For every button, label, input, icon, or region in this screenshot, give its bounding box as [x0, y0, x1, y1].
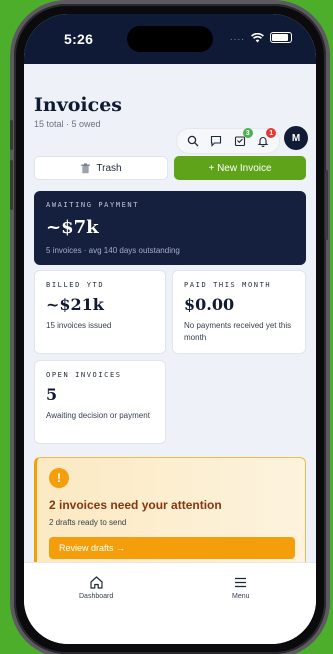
status-time: 5:26 [64, 31, 94, 47]
awaiting-amount: ~$7k [46, 217, 99, 238]
alert-subtitle: 2 drafts ready to send [49, 518, 127, 527]
paid-desc: No payments received yet this month [184, 321, 292, 342]
warning-icon: ! [49, 468, 69, 488]
page-title: Invoices [34, 94, 122, 116]
open-amount: 5 [46, 385, 58, 404]
awaiting-meta: 5 invoices · avg 140 days outstanding [46, 246, 180, 255]
bell-icon[interactable]: 1 [256, 128, 277, 148]
billed-label: BILLED YTD [46, 281, 105, 289]
billed-ytd-card[interactable]: BILLED YTD ~$21k 15 invoices issued [34, 270, 166, 354]
paid-amount: $0.00 [184, 295, 235, 314]
awaiting-label: AWAITING PAYMENT [46, 201, 140, 209]
signal-dots: .... [229, 32, 245, 43]
tab-bar: Dashboard Menu [24, 562, 316, 644]
attention-alert: ! 2 invoices need your attention 2 draft… [34, 457, 306, 577]
search-icon[interactable] [186, 134, 200, 148]
billed-desc: 15 invoices issued [46, 321, 112, 330]
trash-icon [81, 163, 91, 173]
inbox-icon[interactable]: 3 [233, 128, 253, 148]
phone-side-button-left [10, 120, 13, 150]
tab-menu-label: Menu [232, 593, 250, 600]
main-content: Invoices 15 total · 5 owed 3 1 M Trash +… [34, 94, 308, 577]
paid-label: PAID THIS MONTH [184, 281, 272, 289]
tab-dashboard-label: Dashboard [79, 593, 114, 600]
header-icon-group: 3 1 [176, 128, 280, 154]
trash-button[interactable]: Trash [34, 156, 168, 180]
status-icons: .... [230, 32, 292, 43]
alert-title: 2 invoices need your attention [49, 498, 222, 512]
paid-this-month-card[interactable]: PAID THIS MONTH $0.00 No payments receiv… [172, 270, 306, 354]
awaiting-payment-card[interactable]: AWAITING PAYMENT ~$7k 5 invoices · avg 1… [34, 191, 306, 265]
new-invoice-button[interactable]: + New Invoice [174, 156, 306, 180]
wifi-icon [251, 32, 264, 42]
menu-icon [235, 577, 247, 588]
home-icon [90, 576, 103, 589]
avatar[interactable]: M [284, 126, 308, 150]
tab-dashboard[interactable]: Dashboard [79, 575, 113, 600]
battery-icon [270, 32, 292, 43]
status-bar: 5:26 .... [24, 14, 316, 64]
chat-icon[interactable] [209, 134, 223, 148]
phone-side-button-right [325, 170, 328, 240]
dynamic-island [127, 26, 213, 52]
tab-menu[interactable]: Menu [232, 575, 250, 600]
inbox-badge: 3 [242, 128, 253, 138]
notification-badge: 1 [266, 128, 277, 138]
phone-side-button-left-2 [10, 160, 13, 210]
screen: 5:26 .... Invoices 15 total · 5 owed 3 1… [24, 14, 316, 644]
open-desc: Awaiting decision or payment [46, 411, 150, 420]
billed-amount: ~$21k [46, 295, 104, 314]
action-row: Trash + New Invoice [34, 156, 306, 180]
open-label: OPEN INVOICES [46, 371, 122, 379]
trash-button-label: Trash [96, 162, 122, 174]
open-invoices-card[interactable]: OPEN INVOICES 5 Awaiting decision or pay… [34, 360, 166, 444]
review-drafts-button[interactable]: Review drafts → [49, 537, 295, 559]
